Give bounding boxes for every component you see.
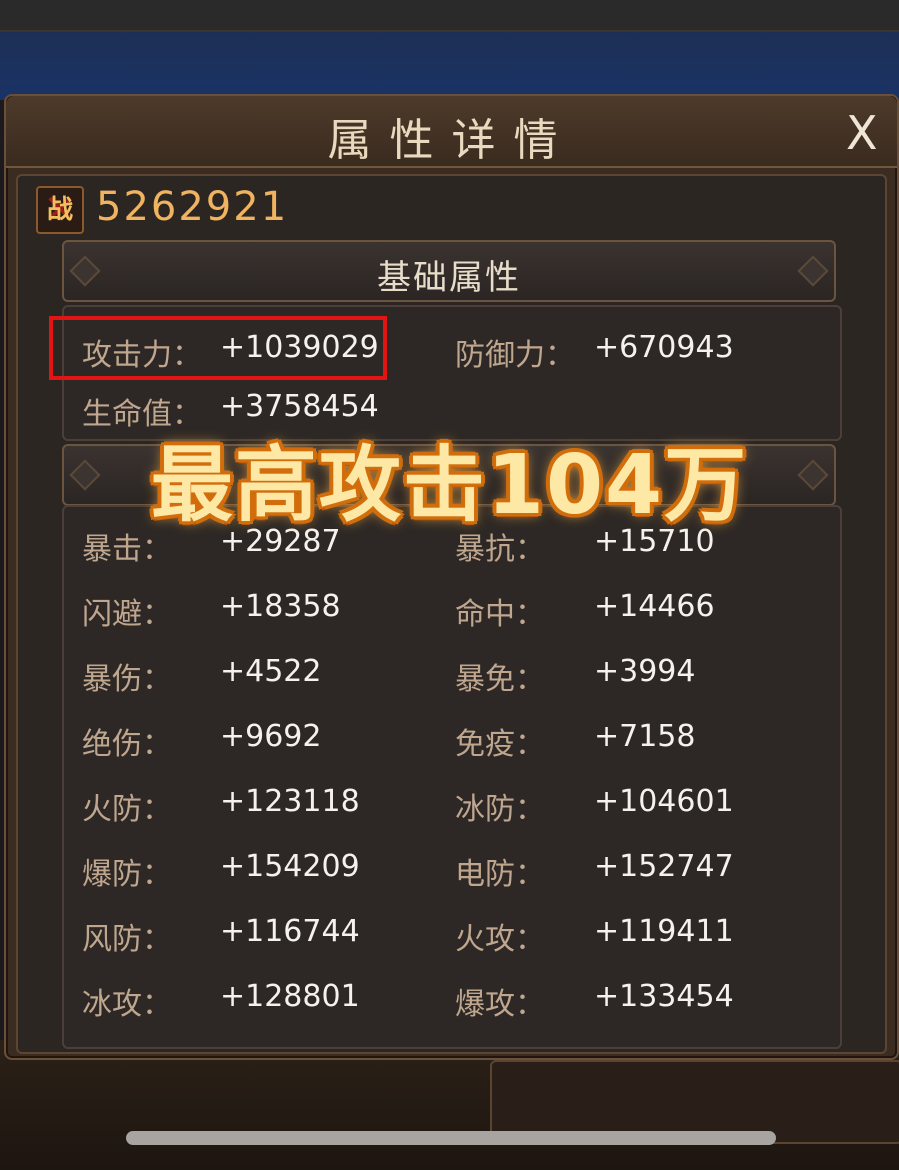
close-icon[interactable]: X	[846, 106, 878, 160]
attr-label: 风防：	[82, 922, 172, 957]
attr-value: +154209	[220, 849, 360, 884]
basic-attributes-heading: 基础属性	[377, 258, 521, 298]
attr-value: +4522	[220, 654, 322, 689]
attr-value: +9692	[220, 719, 322, 754]
attr-value: +123118	[220, 784, 360, 819]
dialog-title: 属性详情	[327, 115, 576, 166]
attr-value: +152747	[594, 849, 734, 884]
attr-label: 暴免：	[455, 662, 545, 697]
promo-overlay-text: 最高攻击104万	[150, 438, 749, 533]
attr-value: +3994	[594, 654, 696, 689]
attr-value: +7158	[594, 719, 696, 754]
dialog-title-bar: 属性详情 X	[6, 96, 897, 168]
attr-value: +18358	[220, 589, 341, 624]
advanced-attributes-box	[62, 505, 842, 1049]
home-indicator[interactable]	[126, 1131, 776, 1145]
battle-power-value: 5262921	[96, 184, 289, 230]
promo-overlay-caption: 最高攻击104万	[0, 418, 899, 537]
attr-label: 命中：	[455, 597, 545, 632]
attr-label: 火防：	[82, 792, 172, 827]
attr-value: +116744	[220, 914, 360, 949]
attr-label: 暴伤：	[82, 662, 172, 697]
attr-value: +14466	[594, 589, 715, 624]
attr-label: 爆攻：	[455, 987, 545, 1022]
attr-label: 冰攻：	[82, 987, 172, 1022]
attr-label: 爆防：	[82, 857, 172, 892]
attr-label: 火攻：	[455, 922, 545, 957]
basic-attributes-banner: 基础属性	[62, 240, 836, 302]
background-top-strip	[0, 0, 899, 32]
attr-value: +128801	[220, 979, 360, 1014]
attr-label: 闪避：	[82, 597, 172, 632]
battle-power-icon: ✕ 战	[36, 186, 84, 234]
attr-value: +133454	[594, 979, 734, 1014]
attr-label: 绝伤：	[82, 727, 172, 762]
attr-label: 电防：	[455, 857, 545, 892]
attr-value: +104601	[594, 784, 734, 819]
attr-label: 冰防：	[455, 792, 545, 827]
attack-highlight-box	[49, 316, 387, 380]
attr-label: 防御力：	[455, 338, 575, 373]
attr-value: +670943	[594, 330, 734, 365]
attr-label: 免疫：	[455, 727, 545, 762]
attr-value: +119411	[594, 914, 734, 949]
